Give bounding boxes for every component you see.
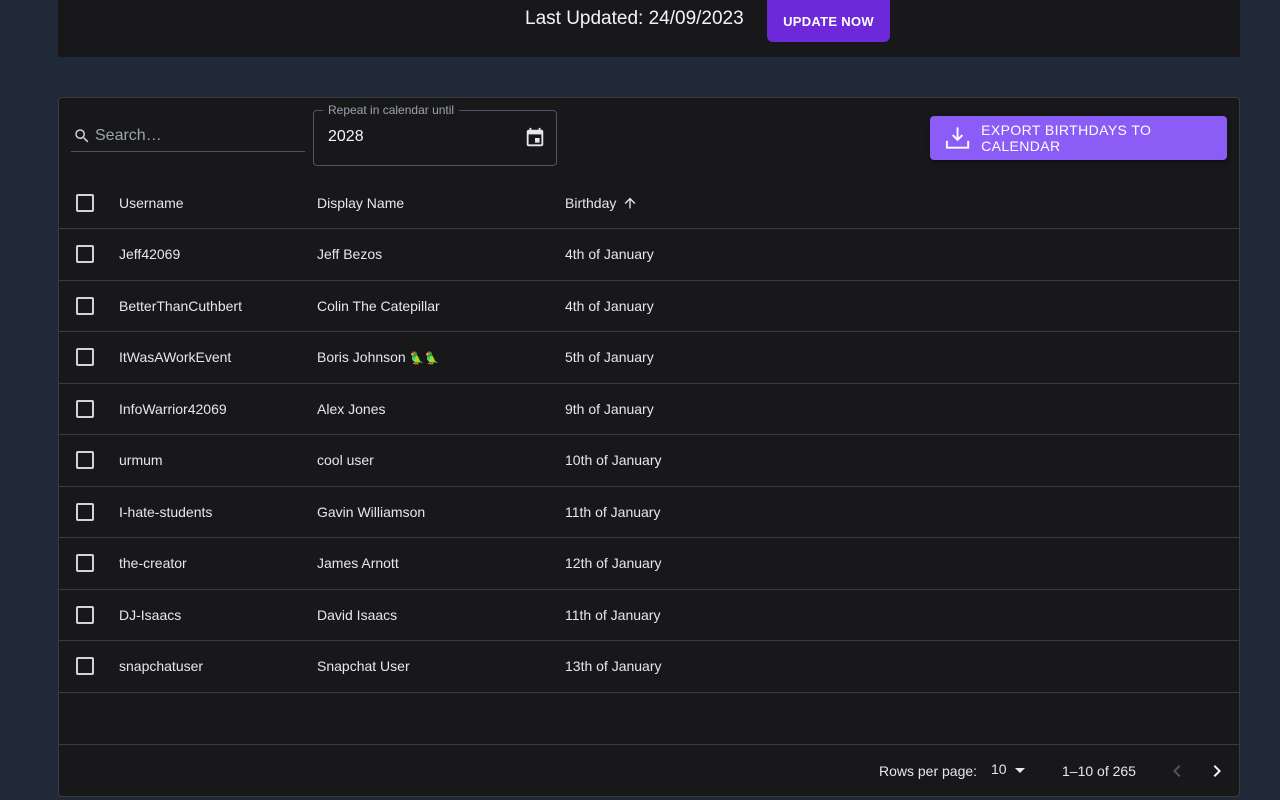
table-row[interactable]: the-creator James Arnott 12th of January [59,538,1239,590]
repeat-until-field[interactable]: Repeat in calendar until 2028 [313,103,557,166]
cell-username: InfoWarrior42069 [119,400,227,417]
chevron-right-icon[interactable] [1205,759,1229,783]
parrot-emoji: 🦜🦜 [409,351,440,366]
cell-display-name: Gavin Williamson [317,503,426,520]
table-row[interactable]: I-hate-students Gavin Williamson 11th of… [59,487,1239,538]
row-checkbox[interactable] [76,348,94,367]
row-checkbox[interactable] [76,657,94,676]
column-header-display-name[interactable]: Display Name [317,195,404,211]
arrow-up-icon[interactable] [622,195,638,211]
cell-birthday: 13th of January [565,658,662,675]
row-checkbox[interactable] [76,451,94,470]
cell-birthday: 4th of January [565,297,654,314]
rows-per-page-value: 10 [991,761,1007,777]
cell-username: urmum [119,452,163,469]
row-checkbox[interactable] [76,399,94,418]
search-icon [75,128,89,142]
table-row[interactable]: BetterThanCuthbert Colin The Catepillar … [59,281,1239,332]
cell-display-name: David Isaacs [317,606,398,623]
calendar-icon[interactable] [524,127,546,149]
cell-birthday: 10th of January [565,452,662,469]
table-row[interactable]: Jeff42069 Jeff Bezos 4th of January [59,229,1239,281]
table-header-row: Username Display Name Birthday [59,178,1239,229]
birthday-table: Username Display Name Birthday Jeff42069… [59,178,1239,693]
cell-display-name: Colin The Catepillar [317,297,440,314]
table-row[interactable]: snapchatuser Snapchat User 13th of Janua… [59,641,1239,693]
row-checkbox[interactable] [76,502,94,521]
cell-username: BetterThanCuthbert [119,297,242,314]
repeat-until-value[interactable]: 2028 [328,128,364,146]
last-updated-text: Last Updated: 24/09/2023 [525,8,744,29]
search-field[interactable] [71,120,305,152]
pagination-range: 1–10 of 265 [1062,763,1136,779]
cell-birthday: 11th of January [565,503,661,520]
cell-birthday: 5th of January [565,349,654,366]
table-row[interactable]: DJ-Isaacs David Isaacs 11th of January [59,590,1239,641]
cell-display-name: James Arnott [317,555,399,572]
cell-display-name-wrapper: Boris Johnson 🦜🦜 [317,349,440,365]
column-header-username[interactable]: Username [119,195,184,211]
cell-username: snapchatuser [119,658,204,675]
row-checkbox[interactable] [76,554,94,573]
export-birthdays-button[interactable]: EXPORT BIRTHDAYS TO CALENDAR [930,116,1227,160]
cell-display-name: cool user [317,452,374,469]
cell-birthday: 11th of January [565,606,661,623]
rows-per-page-select[interactable]: 10 [991,761,1025,777]
repeat-until-label: Repeat in calendar until [323,103,460,117]
top-bar: Last Updated: 24/09/2023 UPDATE NOW [58,0,1240,57]
cell-username: the-creator [119,555,187,572]
table-row[interactable]: ItWasAWorkEvent Boris Johnson 🦜🦜 5th of J… [59,332,1239,384]
cell-display-name: Jeff Bezos [317,246,383,263]
export-button-label: EXPORT BIRTHDAYS TO CALENDAR [981,122,1152,154]
cell-birthday: 4th of January [565,246,654,263]
cell-birthday: 12th of January [565,555,662,572]
cell-birthday: 9th of January [565,400,654,417]
birthday-table-panel: Repeat in calendar until 2028 EXPORT BIR… [58,97,1240,797]
rows-per-page-label: Rows per page: [879,763,978,779]
cell-username: I-hate-students [119,503,213,520]
table-pagination: Rows per page: 10 1–10 of 265 [59,744,1239,797]
download-icon [945,127,970,149]
column-header-birthday-label: Birthday [565,195,617,211]
row-checkbox[interactable] [76,245,94,264]
cell-username: Jeff42069 [119,246,181,263]
chevron-left-icon[interactable] [1165,759,1189,783]
select-all-checkbox[interactable] [76,194,94,212]
caret-down-icon [1014,767,1025,773]
row-checkbox[interactable] [76,605,94,624]
table-row[interactable]: InfoWarrior42069 Alex Jones 9th of Janua… [59,384,1239,435]
cell-username: DJ-Isaacs [119,606,182,623]
cell-display-name: Snapchat User [317,658,410,675]
update-now-button[interactable]: UPDATE NOW [767,0,890,42]
column-header-birthday[interactable]: Birthday [565,195,638,211]
search-input[interactable] [95,126,295,145]
cell-username: ItWasAWorkEvent [119,349,232,366]
row-checkbox[interactable] [76,296,94,315]
table-row[interactable]: urmum cool user 10th of January [59,435,1239,487]
cell-display-name: Alex Jones [317,400,386,417]
cell-display-name: Boris Johnson [317,349,406,366]
